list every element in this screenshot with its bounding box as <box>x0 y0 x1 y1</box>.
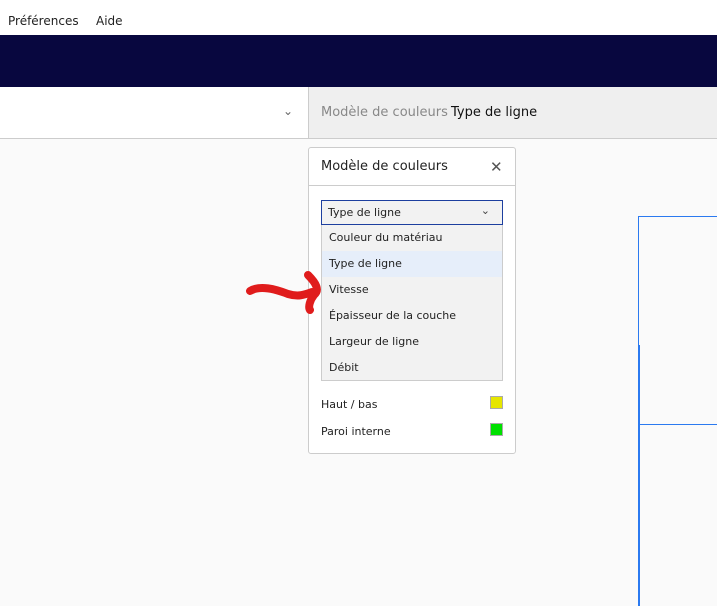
legend-swatch[interactable] <box>490 396 503 409</box>
option-debit[interactable]: Débit <box>322 355 502 381</box>
menu-bar: Préférences Aide <box>0 0 717 35</box>
legend-swatch[interactable] <box>490 423 503 436</box>
color-scheme-panel: Modèle de couleurs ✕ Type de ligne ⌄ Hau… <box>308 147 516 454</box>
red-arrow-annotation <box>246 271 321 314</box>
build-volume-edge <box>638 216 717 217</box>
legend-item: Haut / bas <box>321 396 503 411</box>
menu-preferences[interactable]: Préférences <box>8 14 79 28</box>
option-couleur-materiau[interactable]: Couleur du matériau <box>322 225 502 251</box>
dropdown-options: Couleur du matériau Type de ligne Vitess… <box>321 225 503 381</box>
build-volume-edge <box>639 424 717 425</box>
app-header <box>0 35 717 87</box>
select-value: Type de ligne <box>328 206 401 219</box>
legend-label: Paroi interne <box>321 425 391 438</box>
menu-aide[interactable]: Aide <box>96 14 123 28</box>
option-epaisseur-couche[interactable]: Épaisseur de la couche <box>322 303 502 329</box>
color-scheme-label: Modèle de couleurs <box>321 105 448 120</box>
build-volume-edge <box>638 345 640 606</box>
panel-title: Modèle de couleurs <box>321 159 448 174</box>
printer-selector[interactable]: ⌄ <box>0 87 309 138</box>
divider <box>309 185 515 186</box>
option-largeur-ligne[interactable]: Largeur de ligne <box>322 329 502 355</box>
option-vitesse[interactable]: Vitesse <box>322 277 502 303</box>
chevron-down-icon: ⌄ <box>480 204 490 217</box>
close-icon[interactable]: ✕ <box>490 158 503 176</box>
legend-label: Haut / bas <box>321 398 378 411</box>
chevron-down-icon: ⌄ <box>283 104 294 118</box>
color-scheme-select[interactable]: Type de ligne ⌄ <box>321 200 503 225</box>
option-type-ligne[interactable]: Type de ligne <box>322 251 502 277</box>
color-scheme-button[interactable]: Modèle de couleurs Type de ligne <box>309 87 717 138</box>
toolbar: ⌄ Modèle de couleurs Type de ligne <box>0 87 717 139</box>
color-scheme-value: Type de ligne <box>451 105 538 120</box>
legend-item: Paroi interne <box>321 423 503 438</box>
